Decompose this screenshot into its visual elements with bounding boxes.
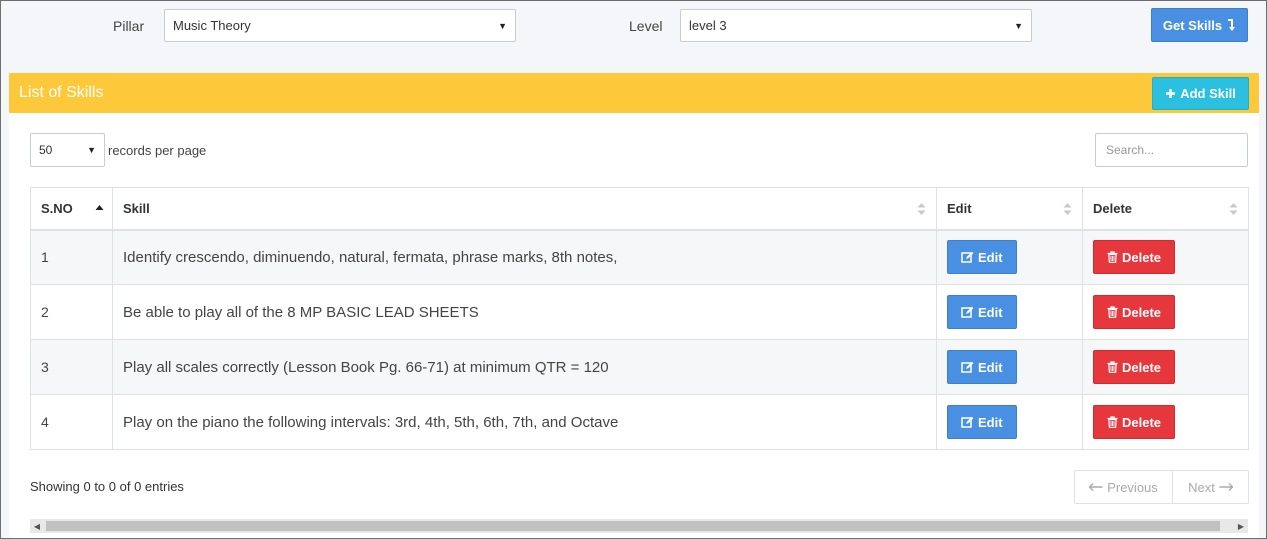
column-header-edit[interactable]: Edit (936, 187, 1083, 231)
previous-button[interactable]: Previous (1075, 471, 1173, 503)
previous-label: Previous (1107, 479, 1158, 495)
level-select-value: level 3 (689, 18, 727, 33)
trash-icon (1107, 361, 1118, 373)
app-window: Pillar Music Theory ▼ Level level 3 ▼ Ge… (0, 0, 1267, 539)
horizontal-scrollbar[interactable]: ◀ ▶ (30, 519, 1248, 533)
next-label: Next (1188, 479, 1215, 495)
sort-icon (917, 203, 926, 215)
column-header-label: Delete (1093, 200, 1133, 216)
column-header-skill[interactable]: Skill (112, 187, 937, 231)
cell-delete: Delete (1082, 339, 1249, 395)
cell-sno: 4 (30, 394, 113, 450)
edit-button[interactable]: Edit (947, 295, 1017, 329)
arrow-right-icon (1219, 483, 1233, 491)
chevron-down-icon: ▼ (498, 20, 507, 31)
get-skills-button[interactable]: Get Skills (1151, 8, 1248, 42)
level-label: Level (629, 18, 663, 34)
sort-icon (1063, 203, 1072, 215)
pillar-select-value: Music Theory (173, 18, 251, 33)
delete-button[interactable]: Delete (1093, 405, 1176, 439)
cell-skill: Play on the piano the following interval… (112, 394, 937, 450)
cell-skill: Play all scales correctly (Lesson Book P… (112, 339, 937, 395)
sort-ascending-icon (95, 205, 104, 210)
arrow-down-icon (1228, 19, 1236, 31)
arrow-left-icon (1089, 483, 1103, 491)
pagination: Previous Next (1074, 470, 1249, 504)
scroll-right-icon[interactable]: ▶ (1234, 519, 1248, 533)
sort-icon (1229, 203, 1238, 215)
cell-sno: 2 (30, 284, 113, 340)
table-info: Showing 0 to 0 of 0 entries (30, 479, 184, 494)
trash-icon (1107, 416, 1118, 428)
edit-button[interactable]: Edit (947, 405, 1017, 439)
cell-sno: 1 (30, 229, 113, 285)
table-header-row: S.NO Skill Edit Delete (30, 187, 1249, 231)
pillar-select[interactable]: Music Theory ▼ (164, 9, 516, 42)
get-skills-label: Get Skills (1162, 17, 1223, 33)
cell-delete: Delete (1082, 394, 1249, 450)
delete-button[interactable]: Delete (1093, 350, 1176, 384)
cell-sno: 3 (30, 339, 113, 395)
cell-skill: Be able to play all of the 8 MP BASIC LE… (112, 284, 937, 340)
column-header-label: S.NO (41, 200, 73, 216)
delete-button-label: Delete (1122, 414, 1162, 430)
edit-button-label: Edit (978, 359, 1003, 375)
skills-table: S.NO Skill Edit Delete 1 Identify cresce… (30, 187, 1249, 450)
edit-button[interactable]: Edit (947, 240, 1017, 275)
edit-icon (961, 416, 974, 428)
cell-edit: Edit (936, 339, 1083, 395)
edit-icon (961, 306, 974, 318)
column-header-delete[interactable]: Delete (1082, 187, 1249, 231)
delete-button-label: Delete (1122, 304, 1162, 320)
column-header-label: Edit (947, 200, 972, 216)
add-skill-label: Add Skill (1180, 86, 1236, 101)
table-row: 4 Play on the piano the following interv… (30, 394, 1249, 450)
cell-delete: Delete (1082, 284, 1249, 340)
records-per-page-select[interactable]: 50 ▼ (30, 133, 105, 167)
skills-panel: List of Skills Add Skill 50 ▼ records pe… (9, 73, 1259, 538)
pillar-label: Pillar (113, 18, 145, 34)
delete-button[interactable]: Delete (1093, 295, 1176, 329)
delete-button[interactable]: Delete (1093, 240, 1176, 275)
add-skill-button[interactable]: Add Skill (1152, 77, 1249, 110)
edit-button[interactable]: Edit (947, 350, 1017, 384)
table-row: 3 Play all scales correctly (Lesson Book… (30, 339, 1249, 395)
panel-title: List of Skills (19, 84, 104, 101)
cell-edit: Edit (936, 229, 1083, 285)
chevron-down-icon: ▼ (87, 145, 96, 155)
delete-button-label: Delete (1122, 359, 1162, 375)
chevron-down-icon: ▼ (1014, 20, 1023, 31)
records-per-page-label: records per page (108, 143, 207, 158)
trash-icon (1107, 251, 1118, 264)
column-header-sno[interactable]: S.NO (30, 187, 113, 231)
scroll-left-icon[interactable]: ◀ (30, 519, 44, 533)
cell-edit: Edit (936, 394, 1083, 450)
search-input[interactable] (1095, 133, 1248, 167)
delete-button-label: Delete (1122, 249, 1162, 265)
edit-button-label: Edit (978, 304, 1003, 320)
cell-skill: Identify crescendo, diminuendo, natural,… (112, 229, 937, 285)
table-row: 1 Identify crescendo, diminuendo, natura… (30, 229, 1249, 285)
edit-button-label: Edit (978, 414, 1003, 430)
records-per-page-value: 50 (39, 143, 53, 157)
trash-icon (1107, 306, 1118, 318)
scrollbar-thumb[interactable] (46, 521, 1220, 531)
edit-button-label: Edit (978, 249, 1003, 265)
next-button[interactable]: Next (1173, 471, 1248, 503)
cell-edit: Edit (936, 284, 1083, 340)
table-row: 2 Be able to play all of the 8 MP BASIC … (30, 284, 1249, 340)
edit-icon (961, 252, 974, 263)
level-select[interactable]: level 3 ▼ (680, 9, 1032, 42)
edit-icon (961, 361, 974, 373)
panel-header: List of Skills Add Skill (9, 73, 1259, 113)
plus-icon (1166, 89, 1176, 98)
cell-delete: Delete (1082, 229, 1249, 285)
column-header-label: Skill (123, 200, 150, 216)
